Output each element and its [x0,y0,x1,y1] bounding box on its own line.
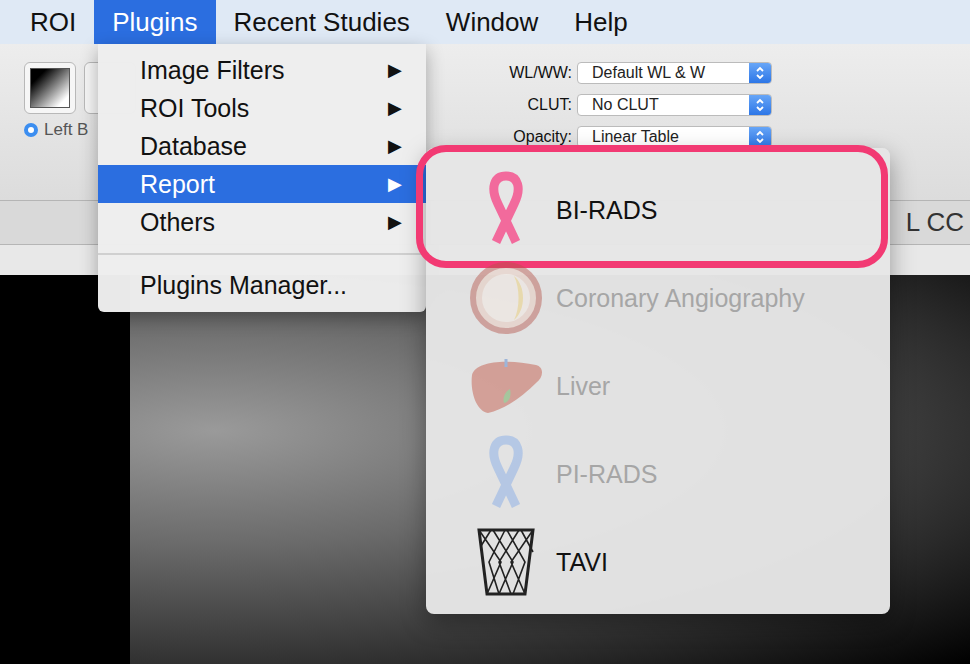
menu-bar-item[interactable]: Window [428,0,556,44]
chevron-icon [749,94,771,116]
menu-item[interactable]: ROI Tools▶ [98,89,426,127]
menu-bar-item[interactable]: ROI [12,0,94,44]
valve-icon [466,522,546,602]
submenu-item-label: Liver [556,372,610,401]
menu-item-label: ROI Tools [140,94,388,123]
ribbon-icon [466,170,546,250]
ribbon-icon [466,434,546,514]
gradient-icon [30,68,70,108]
menu-item-label: Report [140,170,388,199]
submenu-item-label: PI-RADS [556,460,657,489]
menu-item-label: Plugins Manager... [140,271,402,300]
select-value: Default WL & W [578,64,749,82]
select-field[interactable]: Linear Table [577,126,772,148]
field-label: Opacity: [496,126,572,148]
menu-separator [98,241,426,266]
menu-bar-item[interactable]: Help [556,0,645,44]
report-submenu: BI-RADS Coronary Angiography Liver PI-RADS T… [426,148,890,614]
menu-item[interactable]: Database▶ [98,127,426,165]
field-label: CLUT: [496,94,572,116]
tool-button[interactable] [24,62,76,114]
artery-icon [466,258,546,338]
radio-label: Left B [44,120,88,140]
menu-item-label: Database [140,132,388,161]
menu-item[interactable]: Plugins Manager... [98,266,426,304]
radio-icon [24,123,38,137]
liver-icon [466,346,546,426]
menu-bar-item[interactable]: Recent Studies [216,0,428,44]
screen: ROIPluginsRecent StudiesWindowHelp Left B… [0,0,970,664]
submenu-item: Coronary Angiography [426,254,890,342]
viewer-tab[interactable]: L CC [906,207,964,238]
submenu-item-label: Coronary Angiography [556,284,805,313]
select-field[interactable]: Default WL & W [577,62,772,84]
menu-bar-item[interactable]: Plugins [94,0,215,44]
chevron-icon [749,126,771,148]
menu-bar: ROIPluginsRecent StudiesWindowHelp [0,0,970,44]
submenu-arrow-icon: ▶ [388,59,402,81]
select-value: Linear Table [578,128,749,146]
chevron-icon [749,62,771,84]
submenu-item-label: BI-RADS [556,196,657,225]
menu-item-label: Others [140,208,388,237]
submenu-arrow-icon: ▶ [388,173,402,195]
submenu-arrow-icon: ▶ [388,97,402,119]
menu-item[interactable]: Image Filters▶ [98,51,426,89]
submenu-arrow-icon: ▶ [388,211,402,233]
submenu-item-label: TAVI [556,548,608,577]
menu-item[interactable]: Report▶ [98,165,426,203]
submenu-item: PI-RADS [426,430,890,518]
submenu-item[interactable]: BI-RADS [426,166,890,254]
submenu-item[interactable]: TAVI [426,518,890,606]
select-value: No CLUT [578,96,749,114]
menu-item[interactable]: Others▶ [98,203,426,241]
field-label: WL/WW: [496,62,572,84]
submenu-item: Liver [426,342,890,430]
submenu-arrow-icon: ▶ [388,135,402,157]
plugins-menu: Image Filters▶ROI Tools▶Database▶Report▶… [98,44,426,312]
select-field[interactable]: No CLUT [577,94,772,116]
menu-item-label: Image Filters [140,56,388,85]
